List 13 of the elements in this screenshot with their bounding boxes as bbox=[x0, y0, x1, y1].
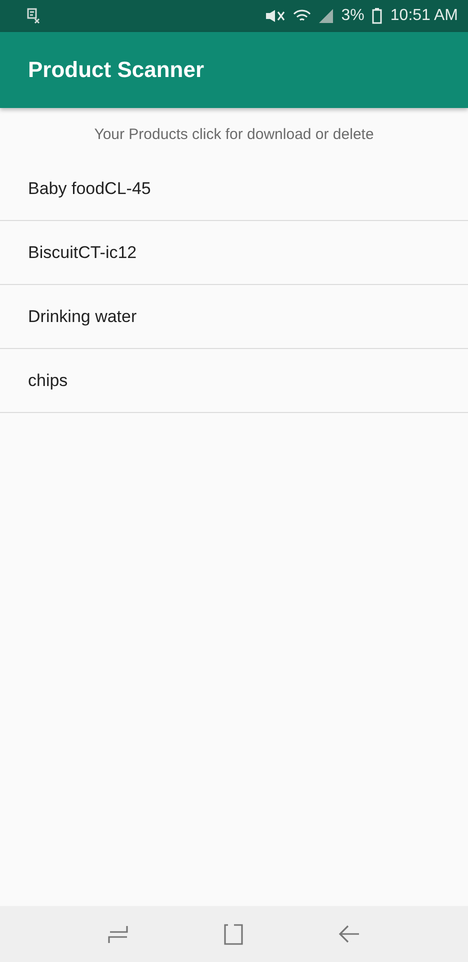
product-list-item[interactable]: chips bbox=[0, 349, 468, 413]
notification-icon bbox=[26, 8, 40, 24]
app-title: Product Scanner bbox=[28, 57, 204, 83]
product-list-item[interactable]: Baby foodCL-45 bbox=[0, 157, 468, 221]
battery-icon bbox=[372, 8, 382, 24]
product-list-item[interactable]: BiscuitCT-ic12 bbox=[0, 221, 468, 285]
instruction-text: Your Products click for download or delete bbox=[93, 125, 375, 145]
battery-percent: 3% bbox=[341, 7, 364, 25]
product-list-item[interactable]: Drinking water bbox=[0, 285, 468, 349]
mute-icon bbox=[265, 9, 286, 23]
wifi-icon bbox=[293, 9, 312, 23]
signal-icon bbox=[319, 9, 334, 23]
clock: 10:51 AM bbox=[390, 7, 458, 25]
